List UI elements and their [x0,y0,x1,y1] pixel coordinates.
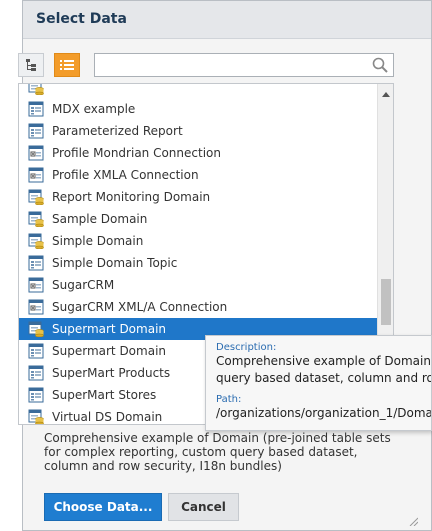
report-icon [28,387,44,403]
list-item[interactable]: Simple Domain Topic [19,252,377,274]
list-item[interactable] [19,84,377,98]
tooltip-description-value: Comprehensive example of Domain (pre [216,354,431,368]
list-item-label: SuperMart Stores [52,388,157,402]
domain-icon [28,84,44,96]
domain-icon [28,211,44,228]
dialog-titlebar[interactable]: Select Data [23,1,431,39]
tree-view-button[interactable] [18,53,44,77]
search-icon[interactable] [372,57,388,73]
list-item-label: Report Monitoring Domain [52,190,211,204]
dialog-title: Select Data [36,11,127,27]
list-item-label: Parameterized Report [52,124,183,138]
resize-grip-icon[interactable] [408,516,418,526]
connection-icon [28,299,44,315]
list-item-label: Virtual DS Domain [52,410,163,424]
list-item-label: Sample Domain [52,212,148,226]
tooltip-description-label: Description: [216,342,277,353]
list-item-label: Profile Mondrian Connection [52,146,221,160]
item-tooltip: Description: Comprehensive example of Do… [205,335,432,431]
tree-view-icon [26,59,36,71]
toolbar [18,53,394,77]
report-icon [28,365,44,381]
choose-data-button[interactable]: Choose Data... [44,493,162,521]
list-item-label: SugarCRM XML/A Connection [52,300,228,314]
connection-icon [28,145,44,161]
list-item[interactable]: Profile Mondrian Connection [19,142,377,164]
scrollbar-thumb[interactable] [381,279,391,325]
report-icon [28,123,44,139]
list-item[interactable]: MDX example [19,98,377,120]
list-item-label: Simple Domain [52,234,144,248]
list-item[interactable]: Parameterized Report [19,120,377,142]
connection-icon [28,167,44,183]
search-input[interactable] [94,53,394,77]
report-icon [28,343,44,359]
domain-icon [28,409,44,424]
domain-icon [28,189,44,206]
list-item[interactable]: SugarCRM [19,274,377,296]
list-item[interactable]: Profile XMLA Connection [19,164,377,186]
list-view-icon [60,60,74,70]
selected-item-description: Comprehensive example of Domain (pre-joi… [44,431,391,473]
tooltip-path-value: /organizations/organization_1/Domains [216,406,432,420]
list-item-label: Profile XMLA Connection [52,168,199,182]
list-item-label: SugarCRM [52,278,115,292]
report-icon [28,255,44,271]
list-item-label: SuperMart Products [52,366,171,380]
list-item-label: Simple Domain Topic [52,256,178,270]
list-item-label: MDX example [52,102,136,116]
domain-icon [28,321,44,338]
scroll-up-arrow-icon[interactable] [378,86,393,102]
list-view-button[interactable] [54,53,80,77]
cancel-button[interactable]: Cancel [168,493,239,521]
list-item[interactable]: Simple Domain [19,230,377,252]
list-item[interactable]: Sample Domain [19,208,377,230]
tooltip-description-value-line2: query based dataset, column and row s [216,371,432,385]
tooltip-path-label: Path: [216,394,242,405]
list-item-label: Supermart Domain [52,344,167,358]
list-item[interactable]: SugarCRM XML/A Connection [19,296,377,318]
report-icon [28,101,44,117]
connection-icon [28,277,44,293]
list-item-label: Supermart Domain [52,322,167,336]
domain-icon [28,233,44,250]
list-item[interactable]: Report Monitoring Domain [19,186,377,208]
